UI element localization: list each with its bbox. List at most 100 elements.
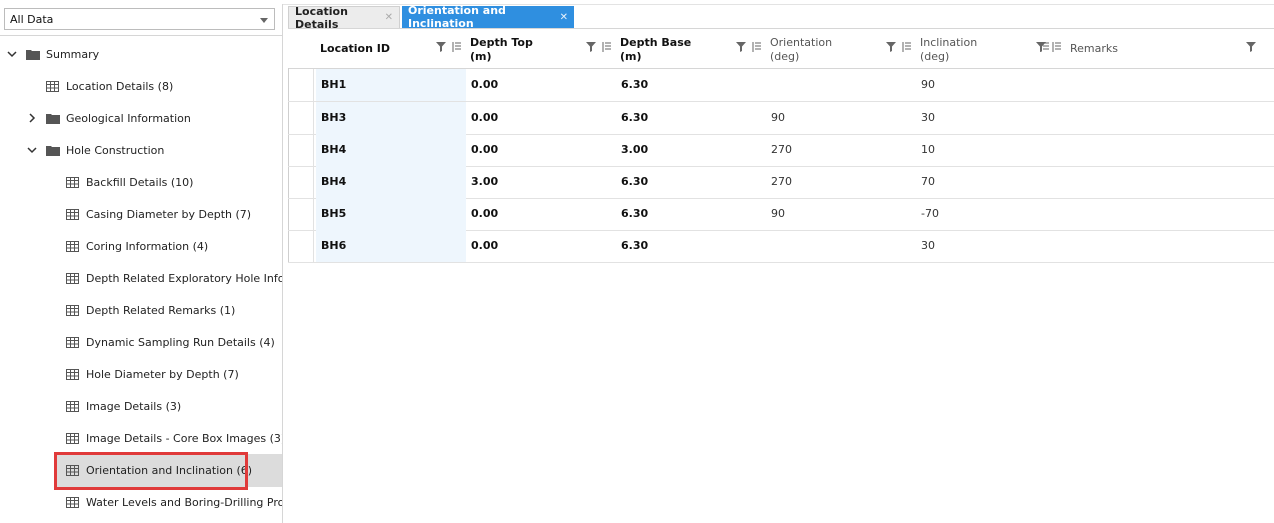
row-header[interactable] <box>288 134 314 166</box>
close-icon[interactable]: ✕ <box>560 12 568 23</box>
selection-highlight-box <box>54 452 248 490</box>
filter-icon[interactable] <box>886 42 896 52</box>
column-menu-icon[interactable] <box>902 42 912 52</box>
column-menu-icon[interactable] <box>752 42 762 52</box>
cell-depth-base[interactable]: 6.30 <box>616 102 766 134</box>
column-header-depth-top[interactable]: Depth Top (m) <box>466 30 616 68</box>
chevron-down-icon[interactable] <box>26 144 38 156</box>
cell-location-id[interactable]: BH4 <box>316 166 466 198</box>
table-row[interactable]: BH1 0.00 6.30 90 <box>288 69 1274 102</box>
tree-item-summary[interactable]: Summary <box>6 40 99 68</box>
row-header[interactable] <box>288 198 314 230</box>
tree-item-hole-diameter[interactable]: Hole Diameter by Depth (7) <box>66 360 239 388</box>
cell-inclination[interactable]: 90 <box>916 69 1066 101</box>
column-header-location-id[interactable]: Location ID <box>316 30 466 68</box>
filter-icon[interactable] <box>436 42 446 52</box>
table-row[interactable]: BH6 0.00 6.30 30 <box>288 230 1274 263</box>
cell-depth-top[interactable]: 0.00 <box>466 69 616 101</box>
cell-remarks[interactable] <box>1066 198 1260 230</box>
filter-icon[interactable] <box>1246 42 1256 52</box>
cell-remarks[interactable] <box>1066 69 1260 101</box>
cell-depth-base[interactable]: 6.30 <box>616 198 766 230</box>
cell-inclination[interactable]: -70 <box>916 198 1066 230</box>
tree-item-label: Geological Information <box>66 111 191 125</box>
tree-item-water-levels[interactable]: Water Levels and Boring-Drilling Progr <box>66 488 282 516</box>
cell-remarks[interactable] <box>1066 134 1260 166</box>
column-header-depth-base[interactable]: Depth Base (m) <box>616 30 766 68</box>
tree-item-depth-related-exploratory[interactable]: Depth Related Exploratory Hole Inform <box>66 264 282 292</box>
tab-location-details[interactable]: Location Details ✕ <box>288 5 400 31</box>
close-icon[interactable]: ✕ <box>385 12 393 23</box>
column-menu-icon[interactable] <box>452 42 462 52</box>
cell-location-id[interactable]: BH5 <box>316 198 466 230</box>
tree-item-image-details-core-box[interactable]: Image Details - Core Box Images (3) <box>66 424 282 452</box>
cell-location-id[interactable]: BH4 <box>316 134 466 166</box>
column-header-label: Inclination <box>920 36 978 49</box>
row-header[interactable] <box>288 230 314 262</box>
cell-remarks[interactable] <box>1066 166 1260 198</box>
cell-orientation[interactable]: 90 <box>766 198 916 230</box>
tree-item-label: Image Details (3) <box>86 399 182 413</box>
tree-item-hole-construction[interactable]: Hole Construction <box>26 136 164 164</box>
data-filter-value: All Data <box>10 13 54 26</box>
table-icon <box>66 368 79 380</box>
cell-depth-top[interactable]: 3.00 <box>466 166 616 198</box>
column-menu-icon[interactable] <box>1040 42 1050 52</box>
cell-location-id[interactable]: BH6 <box>316 230 466 262</box>
tab-bar: Location Details ✕ Orientation and Incli… <box>288 4 1274 31</box>
cell-location-id[interactable]: BH3 <box>316 102 466 134</box>
cell-depth-top[interactable]: 0.00 <box>466 134 616 166</box>
column-header-orientation[interactable]: Orientation (deg) <box>766 30 916 68</box>
cell-remarks[interactable] <box>1066 230 1260 262</box>
tree-item-label: Casing Diameter by Depth (7) <box>86 207 252 221</box>
row-header[interactable] <box>288 69 314 101</box>
tree-item-coring-information[interactable]: Coring Information (4) <box>66 232 208 260</box>
content-panel: Location Details ✕ Orientation and Incli… <box>288 4 1274 523</box>
column-header-unit: (deg) <box>770 50 800 63</box>
chevron-right-icon[interactable] <box>26 112 38 124</box>
tree-item-casing-diameter[interactable]: Casing Diameter by Depth (7) <box>66 200 251 228</box>
tree-item-depth-related-remarks[interactable]: Depth Related Remarks (1) <box>66 296 235 324</box>
cell-inclination[interactable]: 30 <box>916 102 1066 134</box>
cell-location-id[interactable]: BH1 <box>316 69 466 101</box>
chevron-down-icon[interactable] <box>260 18 268 23</box>
row-header[interactable] <box>288 166 314 198</box>
table-icon <box>66 304 79 316</box>
cell-inclination[interactable]: 10 <box>916 134 1066 166</box>
column-menu-icon[interactable] <box>1052 42 1062 52</box>
cell-inclination[interactable]: 70 <box>916 166 1066 198</box>
tree-item-location-details[interactable]: Location Details (8) <box>46 72 173 100</box>
column-menu-icon[interactable] <box>602 42 612 52</box>
table-row[interactable]: BH4 0.00 3.00 270 10 <box>288 134 1274 167</box>
chevron-down-icon[interactable] <box>6 48 18 60</box>
table-row[interactable]: BH3 0.00 6.30 90 30 <box>288 102 1274 135</box>
cell-depth-top[interactable]: 0.00 <box>466 230 616 262</box>
cell-orientation[interactable]: 270 <box>766 134 916 166</box>
table-row[interactable]: BH4 3.00 6.30 270 70 <box>288 166 1274 199</box>
cell-inclination[interactable]: 30 <box>916 230 1066 262</box>
cell-depth-base[interactable]: 6.30 <box>616 69 766 101</box>
tab-orientation-inclination[interactable]: Orientation and Inclination ✕ <box>402 4 574 30</box>
tree-item-dynamic-sampling[interactable]: Dynamic Sampling Run Details (4) <box>66 328 275 356</box>
tree-item-geological-information[interactable]: Geological Information <box>26 104 191 132</box>
table-row[interactable]: BH5 0.00 6.30 90 -70 <box>288 198 1274 231</box>
tree-item-backfill-details[interactable]: Backfill Details (10) <box>66 168 193 196</box>
data-filter-dropdown[interactable]: All Data <box>4 8 275 30</box>
cell-depth-base[interactable]: 6.30 <box>616 166 766 198</box>
column-header-unit: (m) <box>620 50 642 63</box>
cell-remarks[interactable] <box>1066 102 1260 134</box>
cell-depth-top[interactable]: 0.00 <box>466 102 616 134</box>
filter-icon[interactable] <box>736 42 746 52</box>
cell-orientation[interactable]: 90 <box>766 102 916 134</box>
cell-depth-top[interactable]: 0.00 <box>466 198 616 230</box>
row-header[interactable] <box>288 102 314 134</box>
tree-item-image-details[interactable]: Image Details (3) <box>66 392 181 420</box>
cell-depth-base[interactable]: 3.00 <box>616 134 766 166</box>
cell-orientation[interactable] <box>766 230 916 262</box>
cell-depth-base[interactable]: 6.30 <box>616 230 766 262</box>
cell-orientation[interactable] <box>766 69 916 101</box>
grid-header-row: Location ID Depth Top (m) Depth Base (m) <box>288 30 1274 69</box>
column-header-remarks[interactable]: Remarks <box>1066 30 1260 68</box>
cell-orientation[interactable]: 270 <box>766 166 916 198</box>
filter-icon[interactable] <box>586 42 596 52</box>
